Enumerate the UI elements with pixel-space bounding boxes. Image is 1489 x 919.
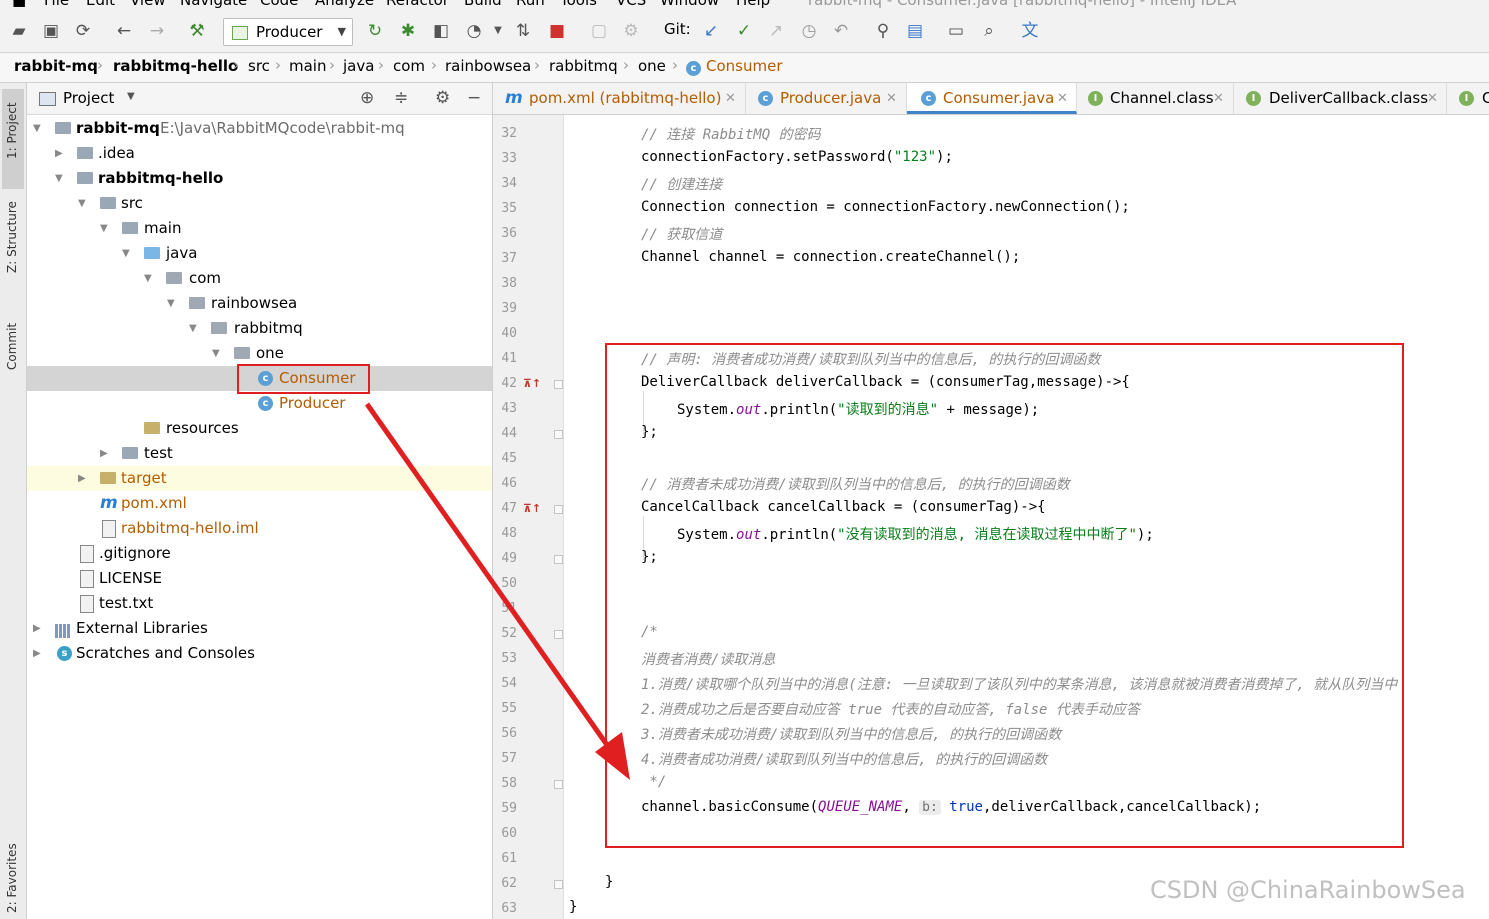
watermark: CSDN @ChinaRainbowSea: [1150, 876, 1466, 904]
annotation-arrow-line: [364, 402, 615, 754]
annotation-arrow: [364, 402, 630, 780]
